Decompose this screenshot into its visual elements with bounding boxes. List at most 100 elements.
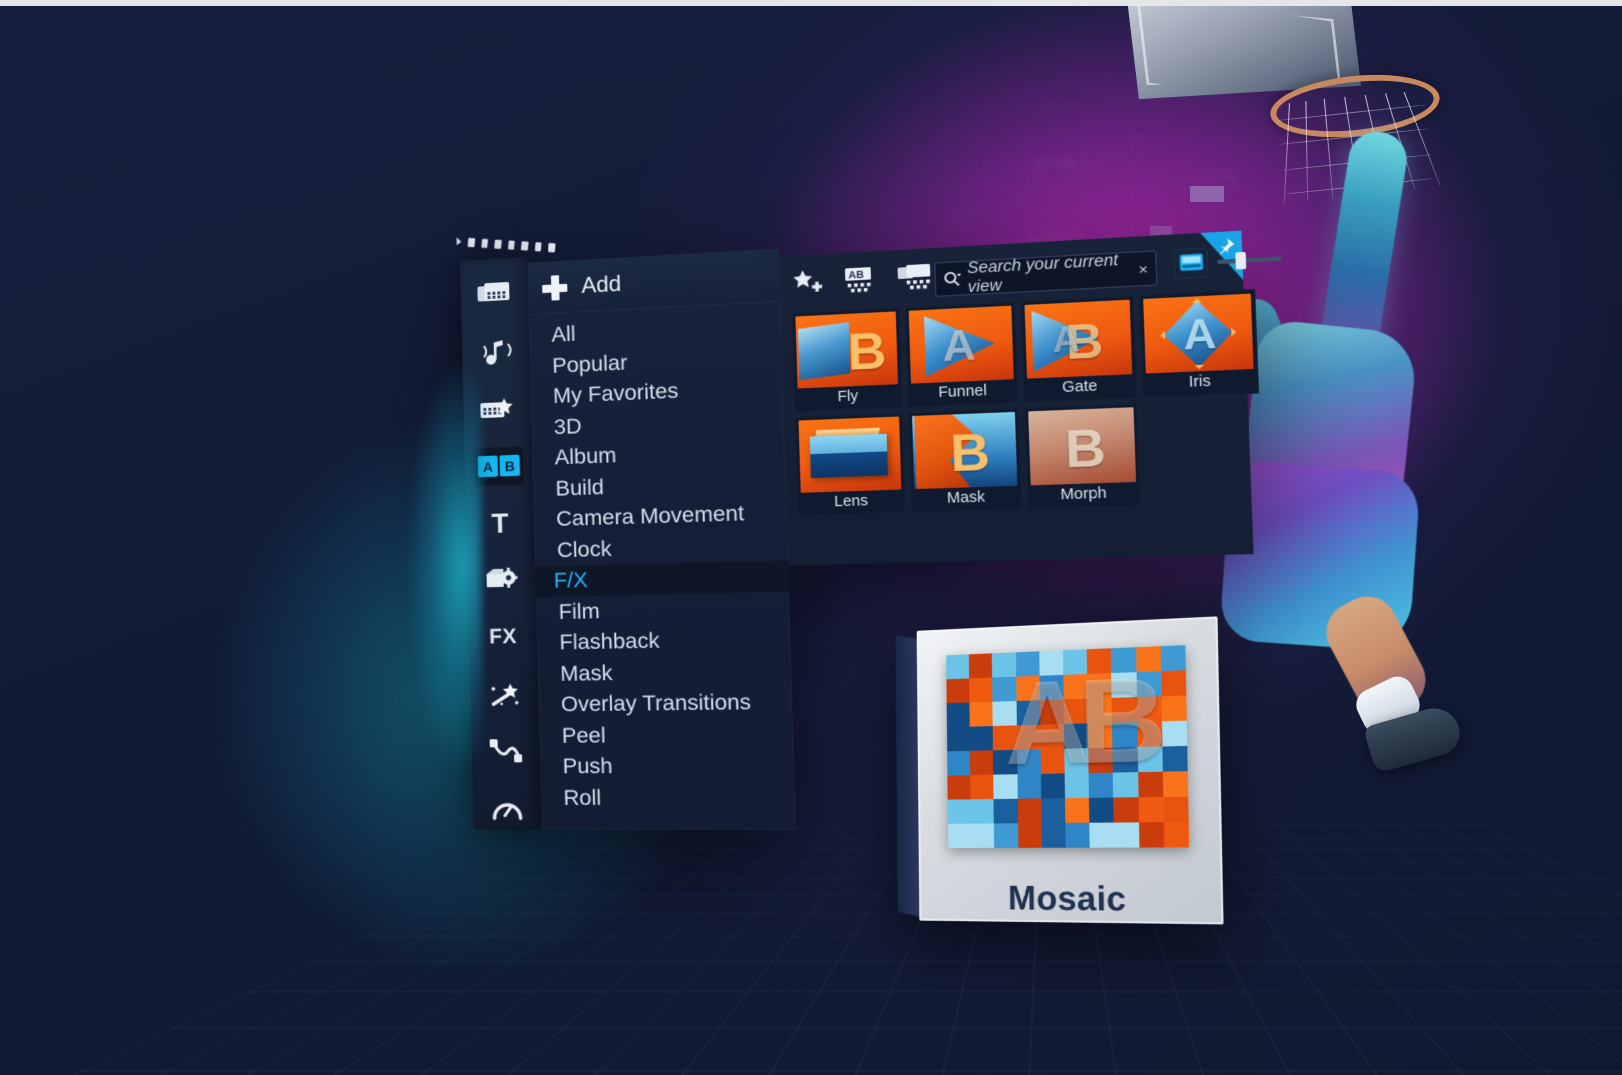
preview-card[interactable]: AB Mosaic bbox=[895, 616, 1224, 925]
transition-thumbnail: B bbox=[912, 411, 1018, 490]
pixel-block bbox=[984, 175, 998, 188]
mosaic-tile bbox=[1111, 697, 1137, 723]
film-sprocket-decoration bbox=[455, 237, 556, 257]
category-item[interactable]: Flashback bbox=[555, 623, 791, 658]
slider-handle[interactable] bbox=[1235, 251, 1247, 270]
transition-label: Mask bbox=[946, 488, 986, 507]
sidebar-item-speed[interactable] bbox=[481, 789, 534, 829]
mosaic-tile bbox=[1016, 749, 1041, 775]
film-star-icon bbox=[480, 397, 513, 418]
mosaic-tile bbox=[1113, 822, 1140, 848]
ab-transition-icon: A B bbox=[477, 455, 520, 478]
category-item[interactable]: Film bbox=[554, 591, 790, 627]
background-scene: A B T FX Add All Popular My Favorites 3D… bbox=[0, 6, 1622, 1075]
mosaic-tile bbox=[1162, 745, 1188, 772]
transition-item[interactable]: B A Gate bbox=[1019, 295, 1138, 404]
content-toolbar: AB bbox=[792, 263, 933, 302]
sticker-gear-icon bbox=[486, 567, 518, 589]
mosaic-tile bbox=[992, 652, 1016, 678]
film-strips-icon bbox=[478, 282, 510, 303]
transition-item[interactable]: A Funnel bbox=[904, 301, 1020, 408]
motion-path-icon bbox=[489, 740, 523, 764]
add-to-favorites-button[interactable] bbox=[792, 269, 824, 301]
mosaic-tile bbox=[1163, 796, 1189, 823]
transition-item[interactable]: A Iris bbox=[1138, 289, 1260, 399]
transition-thumbnail bbox=[798, 416, 902, 493]
transition-thumbnail: A bbox=[1143, 293, 1254, 374]
transition-label: Funnel bbox=[938, 382, 988, 402]
mosaic-tile bbox=[1015, 675, 1040, 701]
category-item[interactable]: Push bbox=[558, 749, 794, 782]
mosaic-tile bbox=[1087, 673, 1112, 699]
mosaic-tile bbox=[969, 653, 993, 679]
mosaic-tile bbox=[970, 823, 995, 848]
mosaic-tile bbox=[1111, 647, 1137, 674]
mosaic-tile bbox=[1016, 700, 1041, 726]
category-list-panel: Add All Popular My Favorites 3D Album Build Ca… bbox=[527, 248, 796, 830]
transition-label: Iris bbox=[1188, 372, 1212, 392]
pixel-block bbox=[1039, 99, 1079, 112]
transition-item[interactable]: B Mask bbox=[907, 407, 1023, 514]
mosaic-tile bbox=[1089, 822, 1115, 848]
mosaic-tile bbox=[1138, 796, 1164, 823]
top-strip bbox=[0, 0, 1622, 6]
transition-label: Fly bbox=[837, 388, 859, 406]
sidebar-item-stickers[interactable] bbox=[475, 560, 528, 601]
speed-gauge-icon bbox=[491, 796, 524, 822]
mosaic-tile bbox=[1017, 823, 1042, 848]
sidebar-item-motion-path[interactable] bbox=[479, 732, 532, 772]
transition-item[interactable]: Lens bbox=[794, 412, 907, 517]
pixel-block bbox=[954, 81, 981, 94]
mosaic-tile bbox=[970, 774, 994, 800]
mosaic-tile bbox=[1161, 720, 1188, 747]
search-icon bbox=[943, 270, 962, 288]
mosaic-tile bbox=[1016, 724, 1041, 750]
mosaic-tile bbox=[1040, 724, 1065, 750]
transition-stack-icon bbox=[897, 263, 931, 290]
apply-random-transition-button[interactable] bbox=[897, 263, 933, 296]
transition-grid: B Fly A Funnel B A Gate A Iris Lens B Mask B Morph bbox=[791, 289, 1263, 517]
mosaic-tile bbox=[1039, 674, 1064, 701]
mosaic-tile bbox=[1087, 697, 1113, 724]
transition-item[interactable]: B Fly bbox=[791, 307, 904, 413]
add-transition-button[interactable]: AB bbox=[844, 266, 877, 299]
mosaic-tile bbox=[1138, 822, 1164, 848]
pixel-block bbox=[821, 170, 848, 183]
mosaic-tile bbox=[1064, 772, 1090, 799]
transition-item[interactable]: B Morph bbox=[1023, 402, 1142, 510]
mosaic-tile bbox=[1161, 695, 1187, 722]
mosaic-tile bbox=[1112, 747, 1138, 773]
mosaic-tile bbox=[969, 726, 994, 751]
pixel-block bbox=[948, 160, 975, 173]
mosaic-tile bbox=[970, 799, 995, 824]
category-item[interactable]: Overlay Transitions bbox=[557, 686, 793, 720]
mosaic-tile bbox=[1064, 797, 1090, 823]
mosaic-tile bbox=[993, 725, 1017, 751]
mosaic-tile bbox=[1015, 651, 1040, 677]
sidebar-item-magic[interactable] bbox=[478, 674, 531, 715]
mosaic-tile bbox=[946, 702, 970, 728]
transition-label: Lens bbox=[834, 492, 869, 511]
category-item[interactable]: Peel bbox=[557, 718, 793, 751]
mosaic-tile bbox=[993, 798, 1018, 824]
mosaic-tile bbox=[1039, 699, 1064, 725]
view-toggle-button[interactable] bbox=[1173, 247, 1209, 280]
preview-caption: Mosaic bbox=[1007, 878, 1127, 918]
mosaic-tile bbox=[1160, 645, 1186, 672]
mosaic-preview-image bbox=[946, 645, 1190, 849]
monitor-view-icon bbox=[1179, 253, 1203, 271]
search-clear-button[interactable]: × bbox=[1138, 260, 1148, 278]
mosaic-tile bbox=[1062, 649, 1088, 675]
mosaic-tile bbox=[969, 701, 994, 727]
mosaic-tile bbox=[1113, 797, 1139, 823]
sidebar-item-fx[interactable]: FX bbox=[477, 617, 530, 658]
mosaic-tile bbox=[1089, 797, 1114, 823]
category-item[interactable]: Roll bbox=[559, 781, 795, 813]
mosaic-tile bbox=[1088, 747, 1114, 773]
mosaic-tile bbox=[1040, 773, 1065, 799]
transition-thumbnail: A bbox=[908, 305, 1014, 384]
search-input[interactable]: Search your current view × bbox=[934, 250, 1158, 297]
mosaic-tile bbox=[1017, 798, 1042, 824]
transition-thumbnail: B bbox=[795, 311, 899, 389]
category-item[interactable]: Mask bbox=[556, 654, 792, 689]
